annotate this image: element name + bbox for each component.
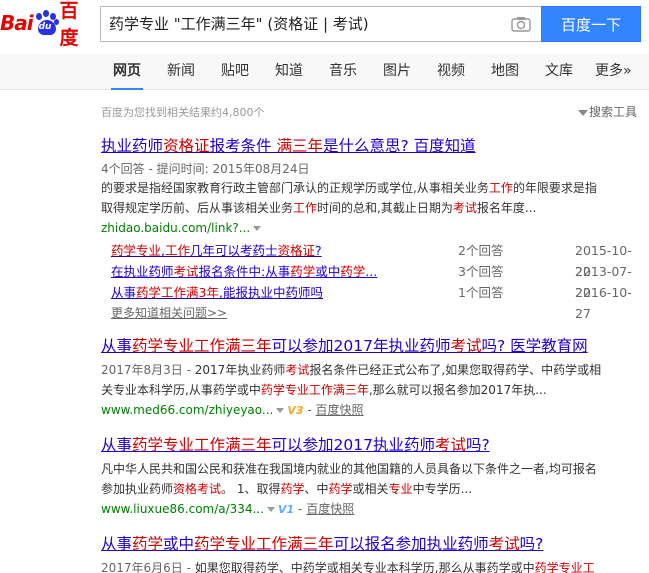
more-related-link[interactable]: 更多知道相关问题>> bbox=[101, 303, 641, 323]
logo-text-cn: 百度 bbox=[59, 0, 79, 49]
search-result: 从事药学专业工作满三年可以参加2017年执业药师考试吗? 医学教育网 2017年… bbox=[101, 336, 641, 421]
snapshot-link[interactable]: 百度快照 bbox=[306, 502, 354, 516]
result-title-link[interactable]: 从事药学专业工作满三年可以参加2017执业药师考试吗? bbox=[101, 435, 641, 455]
dropdown-arrow-icon[interactable] bbox=[276, 408, 285, 413]
search-result: 从事药学专业工作满三年可以参加2017执业药师考试吗? 凡中华人民共和国公民和获… bbox=[101, 435, 641, 520]
result-title-link[interactable]: 从事药学专业工作满三年可以参加2017年执业药师考试吗? 医学教育网 bbox=[101, 336, 641, 356]
result-abstract: 凡中华人民共和国公民和获准在我国境内就业的其他国籍的人员具备以下条件之一者,均可… bbox=[101, 462, 597, 496]
search-tools-button[interactable]: 搜索工具 bbox=[577, 103, 637, 120]
paw-icon: du bbox=[34, 10, 59, 36]
tab-video[interactable]: 视频 bbox=[437, 60, 465, 80]
search-result: 执业药师资格证报考条件 满三年是什么意思? 百度知道 4个回答 - 提问时间: … bbox=[101, 136, 641, 323]
baidu-logo[interactable]: Bai du 百度 bbox=[0, 0, 96, 49]
related-questions: 药学专业,工作几年可以考药士资格证? 2个回答 2015-10-22 在执业药师… bbox=[101, 240, 641, 321]
result-abstract: 2017年8月3日 - 2017年执业药师考试报名条件已经正式公布了,如果您取得… bbox=[101, 363, 602, 397]
tab-wenku[interactable]: 文库 bbox=[545, 60, 573, 80]
answer-count: 2个回答 bbox=[458, 243, 504, 258]
related-question-link[interactable]: 从事药学工作满3年,能报执业中药师吗 bbox=[111, 282, 323, 303]
search-button[interactable]: 百度一下 bbox=[541, 6, 641, 42]
related-question-row: 在执业药师考试报名条件中:从事药学或中药学... 3个回答 2013-07-22 bbox=[101, 261, 641, 300]
logo-text-bai: Bai bbox=[0, 11, 34, 35]
result-url[interactable]: www.liuxue86.com/a/334... V1 - 百度快照 bbox=[101, 499, 641, 520]
result-abstract: 2017年6月6日 - 如果您取得药学、中药学或相关专业本科学历,那么从事药学或… bbox=[101, 561, 595, 573]
search-tools-label: 搜索工具 bbox=[588, 105, 637, 119]
result-title-link[interactable]: 从事药学或中药学专业工作满三年可以报名参加执业药师考试吗? bbox=[101, 534, 641, 554]
dropdown-arrow-icon[interactable] bbox=[253, 226, 262, 231]
result-abstract: 的要求是指经国家教育行政主管部门承认的正规学历或学位,从事相关业务工作的年限要求… bbox=[101, 181, 597, 215]
result-url[interactable]: zhidao.baidu.com/link?... bbox=[101, 218, 641, 238]
tab-tieba[interactable]: 贴吧 bbox=[221, 60, 249, 80]
logo-text-du: du bbox=[38, 22, 52, 32]
v3-badge[interactable]: V3 bbox=[287, 404, 303, 417]
tab-zhidao[interactable]: 知道 bbox=[275, 60, 303, 80]
tab-map[interactable]: 地图 bbox=[491, 60, 519, 80]
tab-web[interactable]: 网页 bbox=[111, 60, 143, 90]
nav-bar: 网页 新闻 贴吧 知道 音乐 图片 视频 地图 文库 更多» bbox=[0, 54, 649, 90]
related-question-row: 从事药学工作满3年,能报执业中药师吗 1个回答 2016-10-27 bbox=[101, 282, 641, 321]
search-input[interactable] bbox=[109, 7, 504, 41]
answer-count: 1个回答 bbox=[458, 285, 504, 300]
tab-images[interactable]: 图片 bbox=[383, 60, 411, 80]
header: Bai du 百度 百度一下 bbox=[0, 0, 649, 50]
question-date: 2016-10-27 bbox=[575, 285, 632, 321]
result-meta: 4个回答 - 提问时间: 2015年08月24日 bbox=[101, 162, 310, 176]
result-count: 百度为您找到相关结果约4,800个 bbox=[101, 106, 265, 119]
related-question-link[interactable]: 药学专业,工作几年可以考药士资格证? bbox=[111, 240, 322, 261]
dropdown-arrow-icon[interactable] bbox=[267, 507, 276, 512]
snapshot-link[interactable]: 百度快照 bbox=[316, 403, 364, 417]
tab-music[interactable]: 音乐 bbox=[329, 60, 357, 80]
filter-icon bbox=[577, 109, 588, 116]
related-question-row: 药学专业,工作几年可以考药士资格证? 2个回答 2015-10-22 bbox=[101, 240, 641, 279]
tab-news[interactable]: 新闻 bbox=[167, 60, 195, 80]
tab-more[interactable]: 更多» bbox=[595, 60, 632, 80]
result-title-link[interactable]: 执业药师资格证报考条件 满三年是什么意思? 百度知道 bbox=[101, 136, 641, 156]
camera-icon[interactable] bbox=[511, 16, 531, 32]
result-url[interactable]: www.med66.com/zhiyeyao... V3 - 百度快照 bbox=[101, 400, 641, 421]
v1-badge[interactable]: V1 bbox=[278, 503, 294, 516]
search-box bbox=[100, 6, 541, 42]
search-result: 从事药学或中药学专业工作满三年可以报名参加执业药师考试吗? 2017年6月6日 … bbox=[101, 534, 641, 573]
related-question-link[interactable]: 在执业药师考试报名条件中:从事药学或中药学... bbox=[111, 261, 377, 282]
answer-count: 3个回答 bbox=[458, 264, 504, 279]
